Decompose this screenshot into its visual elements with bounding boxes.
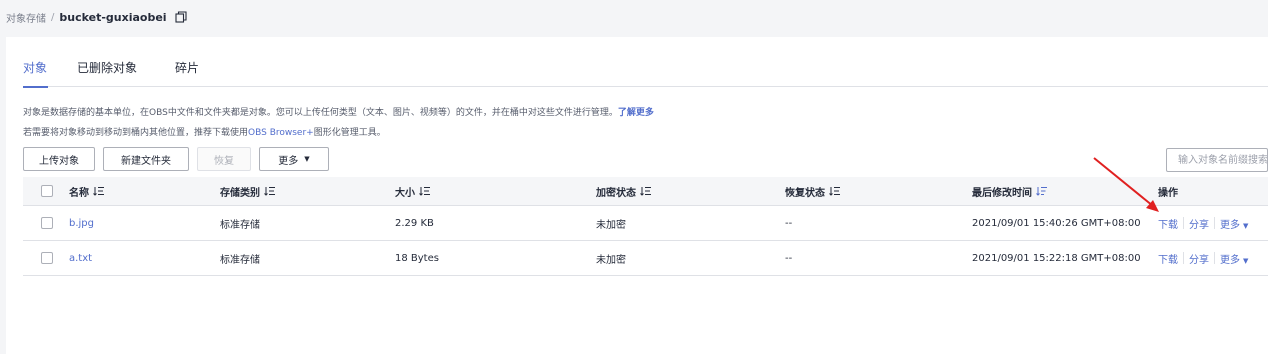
share-link[interactable]: 分享	[1189, 216, 1209, 231]
column-header-operations: 操作	[1158, 177, 1178, 205]
object-prefix-search-input[interactable]	[1166, 148, 1268, 172]
description-line-1: 对象是数据存储的基本单位，在OBS中文件和文件夹都是对象。您可以上传任何类型（文…	[23, 105, 654, 118]
op-divider	[1214, 252, 1215, 264]
more-dropdown-button[interactable]: 更多 ▼	[259, 147, 329, 171]
column-header-size: 大小	[395, 177, 431, 205]
storage-class-cell: 标准存储	[220, 219, 260, 231]
table-row: a.txt 标准存储 18 Bytes 未加密 -- 2021/09/01 15…	[23, 241, 1268, 276]
filter-icon[interactable]	[93, 186, 105, 196]
op-divider	[1183, 217, 1184, 229]
more-ops-label: 更多	[1220, 254, 1240, 266]
select-all-checkbox[interactable]	[41, 185, 53, 197]
object-name-cell: b.jpg	[69, 206, 94, 240]
column-header-name: 名称	[69, 177, 105, 205]
tab-fragments[interactable]: 碎片	[175, 59, 235, 87]
table-header-row: 名称 存储类别 大小 加密状态 恢复状态 最后修改时间 操作	[23, 177, 1268, 206]
filter-icon[interactable]	[829, 186, 841, 196]
column-header-storage-class: 存储类别	[220, 177, 276, 205]
column-label: 存储类别	[220, 187, 260, 199]
operations-cell: 下载 分享 更多 ▼	[1158, 206, 1248, 240]
filter-icon[interactable]	[640, 186, 652, 196]
caret-down-icon: ▼	[1243, 221, 1249, 230]
download-link[interactable]: 下载	[1158, 251, 1178, 266]
tab-deleted-objects[interactable]: 已删除对象	[77, 59, 175, 87]
objects-table: 名称 存储类别 大小 加密状态 恢复状态 最后修改时间 操作 b.jpg 标准存…	[23, 177, 1268, 276]
op-divider	[1214, 217, 1215, 229]
table-row: b.jpg 标准存储 2.29 KB 未加密 -- 2021/09/01 15:…	[23, 206, 1268, 241]
size-cell: 2.29 KB	[395, 217, 434, 229]
restore-status-cell: --	[785, 252, 793, 264]
more-button-label: 更多	[278, 155, 299, 167]
operations-cell: 下载 分享 更多 ▼	[1158, 241, 1248, 275]
object-name-link[interactable]: a.txt	[69, 253, 92, 264]
object-name-link[interactable]: b.jpg	[69, 218, 94, 229]
column-header-encryption: 加密状态	[596, 177, 652, 205]
last-modified-cell: 2021/09/01 15:22:18 GMT+08:00	[972, 252, 1141, 264]
size-cell: 18 Bytes	[395, 252, 439, 264]
description-text-prefix: 若需要将对象移动到移动到桶内其他位置，推荐下载使用	[23, 128, 249, 138]
description-text-suffix: 图形化管理工具。	[313, 128, 386, 138]
tab-bar: 对象 已删除对象 碎片	[23, 59, 1268, 88]
filter-icon[interactable]	[419, 186, 431, 196]
breadcrumb-current-bucket: bucket-guxiaobei	[59, 10, 167, 24]
description-text: 对象是数据存储的基本单位，在OBS中文件和文件夹都是对象。您可以上传任何类型（文…	[23, 108, 618, 118]
more-ops-label: 更多	[1220, 219, 1240, 231]
new-folder-button[interactable]: 新建文件夹	[103, 147, 189, 171]
storage-class-cell: 标准存储	[220, 254, 260, 266]
column-header-last-modified: 最后修改时间	[972, 177, 1048, 205]
breadcrumb-separator: /	[51, 11, 55, 23]
description-line-2: 若需要将对象移动到移动到桶内其他位置，推荐下载使用OBS Browser+图形化…	[23, 125, 386, 138]
row-select-cell	[41, 206, 53, 240]
restore-status-cell: --	[785, 217, 793, 229]
encryption-cell: 未加密	[596, 219, 626, 231]
breadcrumb-parent-link[interactable]: 对象存储	[6, 10, 46, 25]
copy-icon[interactable]	[175, 11, 187, 23]
row-checkbox[interactable]	[41, 217, 53, 229]
obs-browser-link[interactable]: OBS Browser+	[248, 128, 314, 138]
breadcrumb: 对象存储 / bucket-guxiaobei	[6, 8, 187, 26]
column-label: 恢复状态	[785, 187, 825, 199]
caret-down-icon: ▼	[304, 155, 310, 163]
more-ops-link[interactable]: 更多 ▼	[1220, 251, 1248, 266]
select-all-cell	[41, 177, 53, 205]
upload-object-button[interactable]: 上传对象	[23, 147, 95, 171]
column-label: 操作	[1158, 187, 1178, 199]
download-link[interactable]: 下载	[1158, 216, 1178, 231]
row-checkbox[interactable]	[41, 252, 53, 264]
learn-more-link[interactable]: 了解更多	[618, 108, 654, 118]
row-select-cell	[41, 241, 53, 275]
column-label: 大小	[395, 187, 415, 199]
caret-down-icon: ▼	[1243, 256, 1249, 265]
toolbar: 上传对象 新建文件夹 恢复 更多 ▼	[23, 147, 329, 171]
objects-panel: 对象 已删除对象 碎片 对象是数据存储的基本单位，在OBS中文件和文件夹都是对象…	[6, 37, 1268, 354]
column-header-restore-status: 恢复状态	[785, 177, 841, 205]
op-divider	[1183, 252, 1184, 264]
column-label: 加密状态	[596, 187, 636, 199]
more-ops-link[interactable]: 更多 ▼	[1220, 216, 1248, 231]
object-name-cell: a.txt	[69, 241, 92, 275]
filter-icon[interactable]	[264, 186, 276, 196]
tab-objects[interactable]: 对象	[23, 59, 77, 88]
encryption-cell: 未加密	[596, 254, 626, 266]
column-label: 名称	[69, 187, 89, 199]
share-link[interactable]: 分享	[1189, 251, 1209, 266]
column-label: 最后修改时间	[972, 187, 1032, 199]
last-modified-cell: 2021/09/01 15:40:26 GMT+08:00	[972, 217, 1141, 229]
restore-button[interactable]: 恢复	[197, 147, 251, 171]
sort-descending-icon[interactable]	[1036, 186, 1048, 196]
